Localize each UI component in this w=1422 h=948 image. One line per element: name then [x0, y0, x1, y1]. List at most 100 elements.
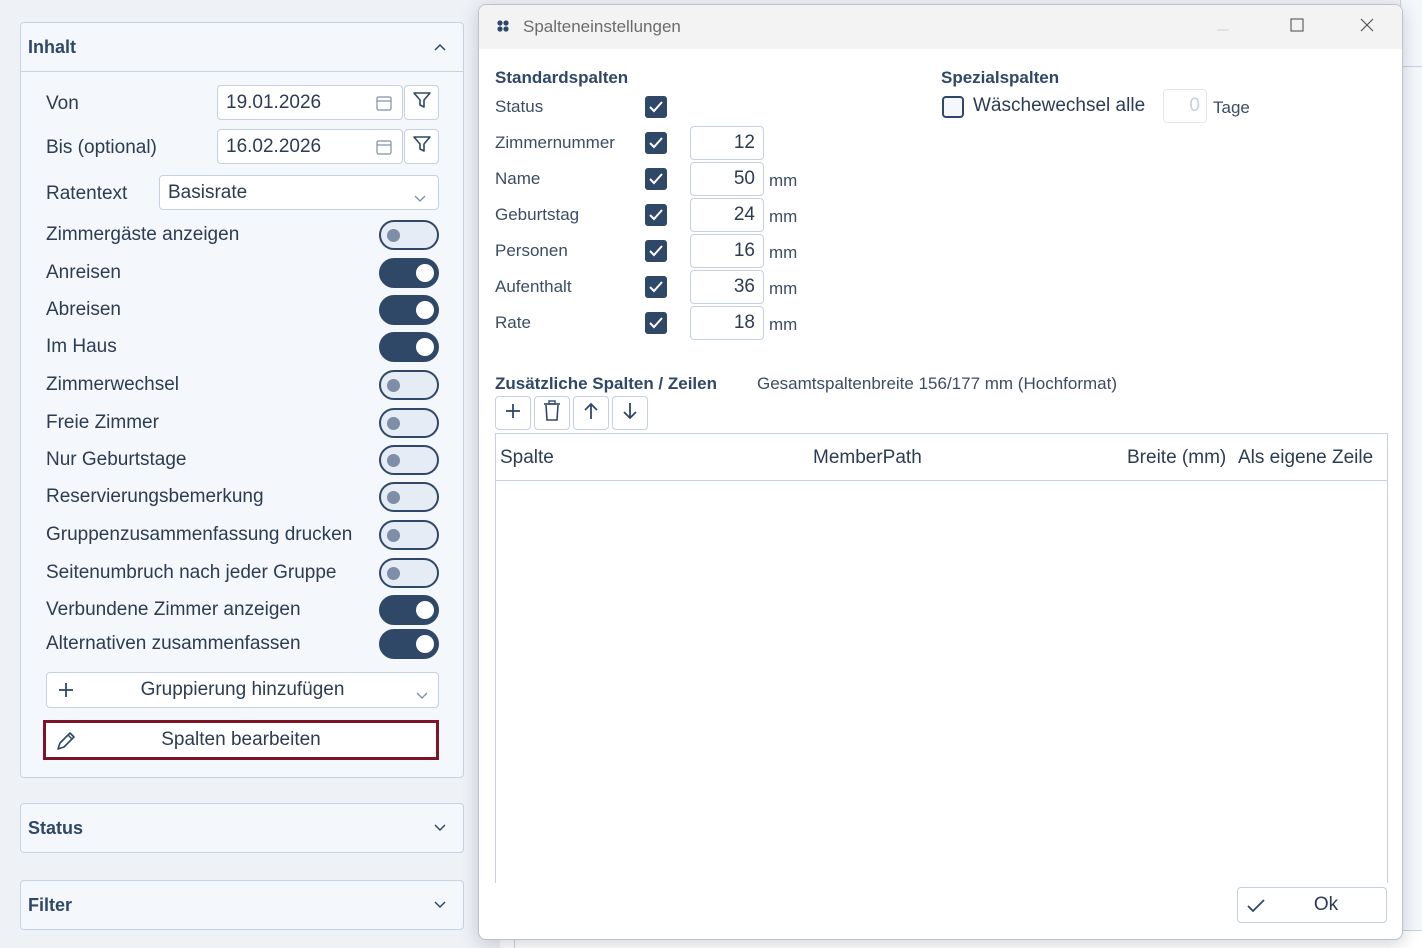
minimize-button[interactable]: [1199, 5, 1247, 49]
column-row-label: Zimmernummer: [495, 133, 615, 152]
column-row-label: Name: [495, 169, 541, 188]
bis-date-input[interactable]: 16.02.2026: [217, 129, 403, 164]
trash-icon: [542, 399, 562, 427]
toggle-knob: [387, 529, 400, 542]
toggle-switch[interactable]: [379, 408, 439, 438]
toggle-switch[interactable]: [379, 482, 439, 512]
von-filter-button[interactable]: [404, 85, 439, 120]
chevron-down-icon[interactable]: [433, 898, 447, 912]
toggle-knob: [416, 264, 434, 282]
move-down-button[interactable]: [612, 396, 648, 430]
toggle-switch[interactable]: [379, 558, 439, 588]
additional-columns-table[interactable]: Spalte MemberPath Breite (mm) Als eigene…: [495, 433, 1388, 883]
column-header-spalte[interactable]: Spalte: [500, 447, 554, 469]
toggle-label: Nur Geburtstage: [46, 449, 187, 470]
laundry-change-checkbox[interactable]: [942, 96, 964, 118]
toggle-label: Gruppenzusammenfassung drucken: [46, 524, 353, 545]
column-checkbox[interactable]: [645, 312, 667, 334]
toggle-switch[interactable]: [379, 520, 439, 550]
inhalt-section-header[interactable]: Inhalt: [21, 23, 463, 71]
toggle-label: Reservierungsbemerkung: [46, 486, 264, 507]
column-width-input[interactable]: 12: [690, 126, 764, 160]
column-width-input[interactable]: 18: [690, 306, 764, 340]
checkmark-icon: [648, 135, 664, 151]
column-row-label: Personen: [495, 241, 568, 260]
status-section-title: Status: [28, 817, 84, 838]
column-checkbox[interactable]: [645, 276, 667, 298]
column-width-unit: mm: [769, 207, 798, 226]
checkmark-icon: [648, 315, 664, 331]
column-width-input[interactable]: 36: [690, 270, 764, 304]
plus-icon: [56, 680, 76, 706]
maximize-button[interactable]: [1273, 5, 1321, 49]
laundry-change-label: Wäschewechsel alle: [973, 95, 1146, 116]
ratentext-value: Basisrate: [168, 181, 248, 203]
column-row-label: Geburtstag: [495, 205, 580, 224]
ok-label: Ok: [1313, 894, 1339, 915]
column-width-input[interactable]: 50: [690, 162, 764, 196]
toggle-knob: [416, 338, 434, 356]
laundry-days-input[interactable]: 0: [1163, 89, 1207, 123]
toggle-switch[interactable]: [379, 295, 439, 325]
column-row-label: Aufenthalt: [495, 277, 572, 296]
toggle-label: Zimmerwechsel: [46, 374, 180, 395]
column-header-width[interactable]: Breite (mm): [1127, 447, 1226, 469]
checkmark-icon: [648, 207, 664, 223]
filter-section-header[interactable]: Filter: [21, 881, 463, 929]
add-column-button[interactable]: [495, 396, 531, 430]
column-width-input[interactable]: 16: [690, 234, 764, 268]
dialog-titlebar[interactable]: Spalteneinstellungen: [479, 5, 1402, 49]
von-date-value: 19.01.2026: [226, 91, 322, 113]
filter-section[interactable]: Filter: [20, 880, 464, 930]
toggle-knob: [416, 635, 434, 653]
toggle-label: Zimmergäste anzeigen: [46, 224, 240, 245]
edit-columns-button[interactable]: Spalten bearbeiten: [43, 720, 439, 760]
column-checkbox[interactable]: [645, 240, 667, 262]
filter-icon: [412, 90, 432, 115]
ok-button[interactable]: Ok: [1237, 887, 1387, 923]
chevron-down-icon: [414, 187, 426, 209]
bis-filter-button[interactable]: [404, 129, 439, 164]
status-section[interactable]: Status: [20, 803, 464, 853]
toggle-switch[interactable]: [379, 332, 439, 362]
toggle-switch[interactable]: [379, 629, 439, 659]
delete-column-button[interactable]: [534, 396, 570, 430]
checkmark-icon: [648, 243, 664, 259]
ratentext-select[interactable]: Basisrate: [159, 175, 439, 210]
checkmark-icon: [648, 279, 664, 295]
calendar-icon[interactable]: [376, 139, 392, 161]
calendar-icon[interactable]: [376, 95, 392, 117]
column-width-input[interactable]: 24: [690, 198, 764, 232]
filter-section-title: Filter: [28, 894, 73, 915]
add-grouping-button[interactable]: Gruppierung hinzufügen: [46, 672, 439, 708]
column-header-own-row[interactable]: Als eigene Zeile: [1238, 447, 1373, 469]
status-section-header[interactable]: Status: [21, 804, 463, 852]
toggle-knob: [416, 301, 434, 319]
background-divider: [1401, 66, 1422, 67]
toggle-knob: [387, 567, 400, 580]
toggle-switch[interactable]: [379, 258, 439, 288]
column-width-unit: mm: [769, 243, 798, 262]
toggle-switch[interactable]: [379, 595, 439, 625]
dialog-title: Spalteneinstellungen: [523, 17, 681, 36]
move-up-button[interactable]: [573, 396, 609, 430]
column-header-memberpath[interactable]: MemberPath: [813, 447, 922, 469]
arrow-down-icon: [621, 401, 639, 426]
von-date-input[interactable]: 19.01.2026: [217, 85, 403, 120]
close-button[interactable]: [1343, 5, 1391, 49]
chevron-up-icon[interactable]: [433, 40, 447, 54]
toggle-label: Alternativen zusammenfassen: [46, 633, 301, 654]
column-checkbox[interactable]: [645, 204, 667, 226]
table-header: Spalte MemberPath Breite (mm) Als eigene…: [496, 434, 1387, 481]
column-checkbox[interactable]: [645, 96, 667, 118]
toggle-switch[interactable]: [379, 220, 439, 250]
toggle-knob: [387, 229, 400, 242]
column-checkbox[interactable]: [645, 168, 667, 190]
chevron-down-icon[interactable]: [433, 821, 447, 835]
toggle-switch[interactable]: [379, 370, 439, 400]
toggle-switch[interactable]: [379, 445, 439, 475]
toggle-knob: [387, 491, 400, 504]
laundry-days-unit: Tage: [1213, 98, 1250, 117]
toggle-knob: [387, 454, 400, 467]
column-checkbox[interactable]: [645, 132, 667, 154]
